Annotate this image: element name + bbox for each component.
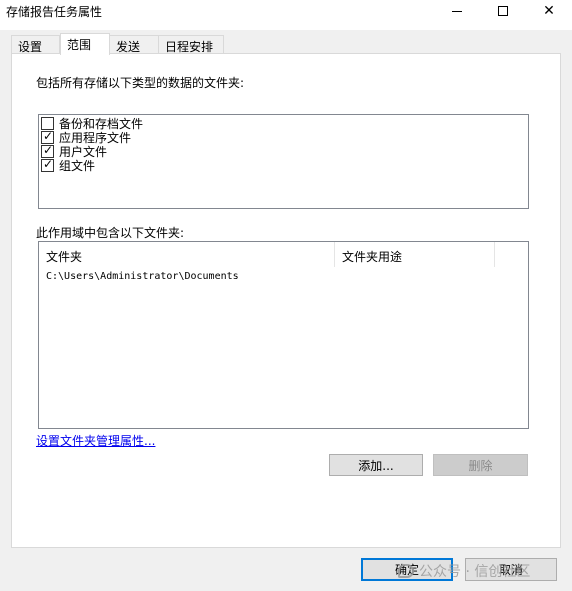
table-row[interactable]: C:\Users\Administrator\Documents: [46, 271, 239, 282]
title-bar: 存储报告任务属性 ✕: [0, 0, 572, 30]
type-row-group[interactable]: ✓ 组文件: [41, 156, 96, 173]
tab-schedule[interactable]: 日程安排: [158, 35, 224, 54]
folder-management-link[interactable]: 设置文件夹管理属性...: [36, 432, 155, 449]
close-icon: ✕: [543, 3, 555, 19]
folders-label: 此作用域中包含以下文件夹:: [36, 226, 185, 240]
tab-settings[interactable]: 设置: [11, 35, 60, 54]
dialog-window: 存储报告任务属性 ✕ 设置 范围 发送 日程安排 包括所有存储以下类型的数据的文…: [0, 0, 572, 591]
maximize-icon: [498, 6, 508, 16]
file-types-list: 备份和存档文件 ✓ 应用程序文件 ✓ 用户文件 ✓ 组文件: [38, 114, 529, 209]
check-icon: ✓: [43, 142, 54, 157]
close-button[interactable]: ✕: [526, 0, 572, 22]
minimize-icon: [452, 10, 462, 12]
watermark: 公众号 · 信创社区: [398, 561, 530, 581]
tab-scope[interactable]: 范围: [60, 33, 110, 55]
tab-send[interactable]: 发送: [109, 35, 159, 54]
add-button[interactable]: 添加...: [329, 454, 423, 476]
wechat-icon: [398, 564, 414, 578]
column-header-folder[interactable]: 文件夹: [39, 242, 335, 267]
scope-panel: 包括所有存储以下类型的数据的文件夹: 备份和存档文件 ✓ 应用程序文件 ✓ 用户…: [11, 53, 561, 548]
minimize-button[interactable]: [434, 0, 480, 22]
file-types-label: 包括所有存储以下类型的数据的文件夹:: [36, 76, 245, 90]
group-checkbox[interactable]: ✓: [41, 156, 54, 172]
maximize-button[interactable]: [480, 0, 526, 22]
window-title: 存储报告任务属性: [6, 5, 103, 19]
type-label-group: 组文件: [59, 158, 96, 173]
watermark-text: 公众号 · 信创社区: [419, 564, 531, 580]
column-header-usage[interactable]: 文件夹用途: [335, 242, 495, 267]
folders-list[interactable]: 文件夹 文件夹用途 C:\Users\Administrator\Documen…: [38, 241, 529, 429]
check-icon: ✓: [43, 128, 54, 143]
check-icon: ✓: [43, 156, 54, 171]
delete-button[interactable]: 删除: [433, 454, 528, 476]
